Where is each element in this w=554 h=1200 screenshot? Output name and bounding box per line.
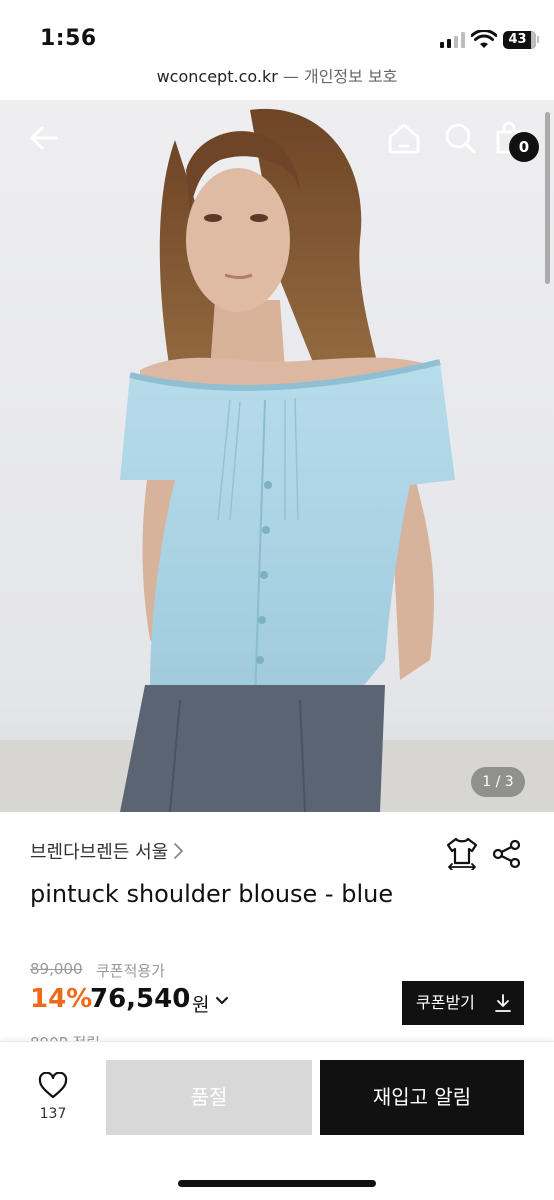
wifi-icon: [471, 30, 497, 48]
coupon-price-note: 쿠폰적용가: [96, 962, 166, 980]
home-indicator: [178, 1180, 376, 1187]
chevron-down-icon[interactable]: [214, 994, 230, 1008]
sale-price: 76,540: [90, 984, 191, 1014]
hanger-icon[interactable]: [446, 836, 478, 870]
product-photo: [0, 100, 554, 812]
image-pager: 1 / 3: [471, 767, 525, 797]
product-title: pintuck shoulder blouse - blue: [30, 880, 394, 908]
discount-rate: 14%: [30, 984, 93, 1014]
page-scrollbar[interactable]: [545, 112, 550, 284]
battery-level: 43: [508, 32, 527, 47]
url-domain: wconcept.co.kr: [156, 67, 278, 86]
original-price: 89,000: [30, 960, 83, 978]
currency-unit: 원: [192, 994, 210, 1016]
status-time: 1:56: [40, 26, 97, 51]
soldout-button[interactable]: 품절: [106, 1060, 312, 1135]
like-count: 137: [39, 1106, 67, 1122]
get-coupon-button[interactable]: 쿠폰받기: [402, 981, 524, 1025]
brand-name[interactable]: 브렌다브렌든 서울: [30, 838, 168, 864]
status-bar: 1:56 43: [0, 0, 554, 60]
like-button[interactable]: 137: [30, 1072, 76, 1132]
cart-count-badge[interactable]: 0: [509, 132, 539, 162]
privacy-label: 개인정보 보호: [303, 67, 398, 86]
restock-alert-button[interactable]: 재입고 알림: [320, 1060, 524, 1135]
download-icon: [495, 994, 511, 1012]
battery-icon: 43: [503, 31, 536, 49]
cellular-signal-icon: [440, 32, 466, 48]
url-separator: —: [282, 67, 299, 86]
back-arrow-icon[interactable]: [24, 118, 64, 158]
chevron-right-icon[interactable]: [171, 841, 185, 861]
share-icon[interactable]: [491, 838, 523, 870]
browser-url-bar[interactable]: wconcept.co.kr — 개인정보 보호: [0, 62, 554, 92]
search-icon[interactable]: [440, 118, 480, 158]
product-image[interactable]: [0, 100, 554, 812]
points-text: 890P 적립: [30, 1028, 150, 1042]
get-coupon-label: 쿠폰받기: [416, 993, 475, 1012]
home-icon[interactable]: [384, 118, 424, 158]
heart-icon: [38, 1072, 68, 1099]
